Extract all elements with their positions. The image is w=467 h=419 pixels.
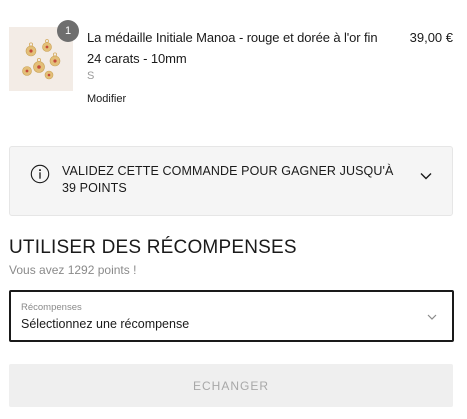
chevron-down-icon[interactable] [419,169,433,183]
cart-item: 1 La médaille Initiale Manoa - rouge et … [0,0,467,124]
rewards-heading: UTILISER DES RÉCOMPENSES [9,237,297,258]
loyalty-points-banner[interactable]: VALIDEZ CETTE COMMANDE POUR GAGNER JUSQU… [9,146,453,216]
quantity-badge: 1 [57,20,79,42]
points-balance: Vous avez 1292 points ! [9,263,137,277]
select-label: Récompenses [21,302,82,313]
points-message: VALIDEZ CETTE COMMANDE POUR GAGNER JUSQU… [62,164,394,195]
chevron-down-icon [427,314,437,320]
exchange-button[interactable]: ECHANGER [9,364,453,407]
select-value: Sélectionnez une récompense [21,317,190,331]
product-title[interactable]: La médaille Initiale Manoa - rouge et do… [87,27,387,69]
edit-item-link[interactable]: Modifier [87,93,126,105]
info-icon [30,164,50,184]
product-variant: S [87,70,95,82]
rewards-select[interactable]: Récompenses Sélectionnez une récompense [9,290,454,342]
product-price: 39,00 € [409,30,453,45]
